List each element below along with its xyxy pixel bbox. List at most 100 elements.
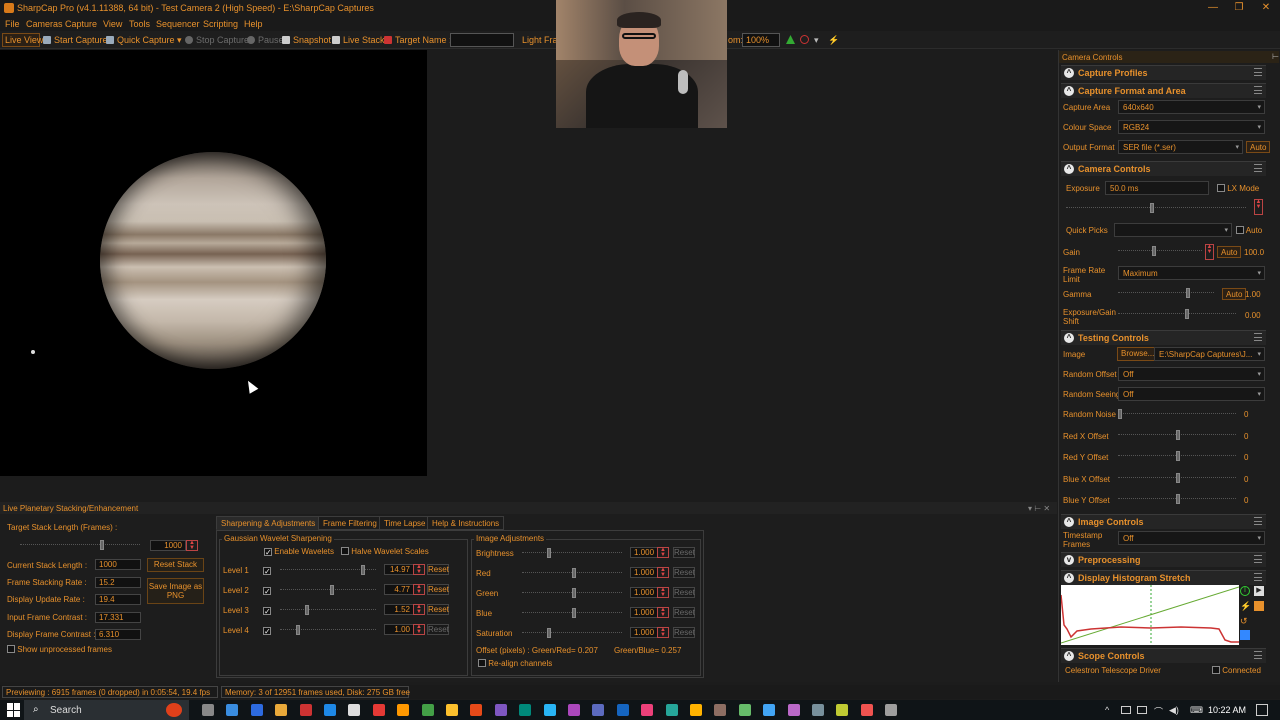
- lightning-icon[interactable]: ⚡: [1240, 601, 1251, 612]
- level-value[interactable]: 14.97: [384, 564, 414, 575]
- halve-scales-checkbox[interactable]: Halve Wavelet Scales: [341, 547, 429, 556]
- menu-icon[interactable]: [1254, 86, 1262, 94]
- taskbar-app-icon[interactable]: [860, 704, 873, 716]
- dropdown-arrow-icon[interactable]: ▾: [814, 35, 819, 46]
- red-y-offset-slider[interactable]: [1118, 451, 1236, 461]
- tools-icon[interactable]: ⚡: [828, 35, 839, 46]
- reset-stack-button[interactable]: Reset Stack: [147, 558, 204, 572]
- save-png-button[interactable]: Save Image as PNG: [147, 578, 204, 604]
- red-x-offset-slider[interactable]: [1118, 430, 1236, 440]
- menu-cameras[interactable]: Cameras: [26, 19, 63, 29]
- section-capture-profiles[interactable]: ^ Capture Profiles: [1061, 65, 1266, 80]
- menu-icon[interactable]: [1254, 68, 1262, 76]
- adjustment-spinner[interactable]: ▲ ▼: [657, 607, 669, 618]
- tab-sharpening[interactable]: Sharpening & Adjustments: [216, 516, 321, 530]
- taskbar-app-icon[interactable]: [763, 704, 776, 716]
- menu-capture[interactable]: Capture: [65, 19, 97, 29]
- section-preprocessing[interactable]: v Preprocessing: [1061, 552, 1266, 567]
- blue-x-offset-slider[interactable]: [1118, 473, 1236, 483]
- menu-file[interactable]: File: [5, 19, 20, 29]
- taskbar-app-icon[interactable]: [397, 704, 410, 716]
- pause-button[interactable]: Pause: [247, 35, 284, 45]
- adjustment-slider[interactable]: [522, 568, 622, 578]
- level-checkbox[interactable]: [263, 626, 271, 635]
- adjustment-spinner[interactable]: ▲ ▼: [657, 567, 669, 578]
- frame-rate-select[interactable]: Maximum ▾: [1118, 266, 1265, 280]
- level-slider[interactable]: [280, 625, 376, 635]
- adjustment-reset-button[interactable]: Reset: [673, 627, 695, 638]
- blue-y-offset-slider[interactable]: [1118, 494, 1236, 504]
- live-stack-button[interactable]: Live Stack: [332, 35, 385, 45]
- level-value[interactable]: 4.77: [384, 584, 414, 595]
- menu-tools[interactable]: Tools: [129, 19, 150, 29]
- reset-icon[interactable]: ↺: [1240, 616, 1248, 627]
- taskbar-app-icon[interactable]: [812, 704, 824, 716]
- section-camera-controls[interactable]: ^ Camera Controls: [1061, 161, 1266, 176]
- level-checkbox[interactable]: [263, 566, 271, 575]
- section-testing-controls[interactable]: ^ Testing Controls: [1061, 330, 1266, 345]
- focus-icon[interactable]: [800, 35, 809, 44]
- panel-controls-icon[interactable]: ▾ ⊢ ✕: [1028, 504, 1050, 513]
- level-slider[interactable]: [280, 565, 376, 575]
- taskbar-app-icon[interactable]: [202, 704, 214, 716]
- pin-icon[interactable]: ⊢: [1272, 52, 1279, 61]
- adjustment-value[interactable]: 1.000: [630, 567, 658, 578]
- gamma-auto-button[interactable]: Auto: [1222, 288, 1247, 300]
- snapshot-button[interactable]: Snapshot: [282, 35, 331, 45]
- section-histogram-stretch[interactable]: ^ Display Histogram Stretch: [1061, 570, 1266, 585]
- taskbar-app-icon[interactable]: [690, 704, 702, 716]
- taskbar-app-icon[interactable]: [250, 704, 263, 716]
- menu-sequencer[interactable]: Sequencer: [156, 19, 200, 29]
- tab-help[interactable]: Help & Instructions: [427, 516, 505, 530]
- taskbar-app-icon[interactable]: [421, 704, 434, 716]
- adjustment-value[interactable]: 1.000: [630, 607, 658, 618]
- level-slider[interactable]: [280, 585, 376, 595]
- level-reset-button[interactable]: Reset: [427, 584, 449, 595]
- connected-checkbox[interactable]: Connected: [1212, 666, 1261, 675]
- adjustment-reset-button[interactable]: Reset: [673, 547, 695, 558]
- level-spinner[interactable]: ▲ ▼: [413, 604, 425, 615]
- level-value[interactable]: 1.00: [384, 624, 414, 635]
- adjustment-value[interactable]: 1.000: [630, 547, 658, 558]
- taskbar-app-icon[interactable]: [519, 704, 532, 716]
- target-length-input[interactable]: 1000: [150, 540, 186, 551]
- timestamp-frames-select[interactable]: Off ▾: [1118, 531, 1265, 545]
- menu-icon[interactable]: [1254, 164, 1262, 172]
- adjustment-spinner[interactable]: ▲ ▼: [657, 627, 669, 638]
- exposure-gain-value[interactable]: 0.00: [1245, 311, 1261, 320]
- minimize-button[interactable]: —: [1206, 2, 1220, 14]
- volume-icon[interactable]: ◀): [1169, 705, 1179, 716]
- browse-button[interactable]: Browse...: [1117, 347, 1159, 361]
- tab-time-lapse[interactable]: Time Lapse: [379, 516, 431, 530]
- notifications-icon[interactable]: [1256, 704, 1268, 716]
- target-length-spinner[interactable]: ▲ ▼: [186, 540, 198, 551]
- random-offset-select[interactable]: Off ▾: [1118, 367, 1265, 381]
- taskbar-app-icon[interactable]: [738, 704, 751, 716]
- exposure-input[interactable]: 50.0 ms: [1105, 181, 1209, 195]
- clock[interactable]: 10:22 AM: [1208, 705, 1246, 715]
- gain-spinner[interactable]: ▲ ▼: [1205, 244, 1214, 260]
- quick-picks-select[interactable]: ▾: [1114, 223, 1232, 237]
- adjustment-spinner[interactable]: ▲ ▼: [657, 547, 669, 558]
- maximize-button[interactable]: ❐: [1232, 2, 1246, 14]
- level-reset-button[interactable]: Reset: [427, 564, 449, 575]
- section-image-controls[interactable]: ^ Image Controls: [1061, 514, 1266, 529]
- taskbar-app-icon[interactable]: [714, 704, 727, 716]
- adjustment-slider[interactable]: [522, 608, 622, 618]
- histogram-display[interactable]: [1060, 585, 1240, 645]
- power-icon[interactable]: I: [1240, 586, 1250, 596]
- random-noise-slider[interactable]: [1118, 409, 1236, 419]
- random-noise-value[interactable]: 0: [1244, 410, 1248, 419]
- adjustment-slider[interactable]: [522, 548, 622, 558]
- colour-space-select[interactable]: RGB24 ▾: [1118, 120, 1265, 134]
- taskbar-app-icon[interactable]: [446, 704, 458, 716]
- stop-capture-button[interactable]: Stop Capture: [185, 35, 249, 45]
- taskbar-app-icon[interactable]: [641, 704, 654, 716]
- level-reset-button[interactable]: Reset: [427, 624, 449, 635]
- level-value[interactable]: 1.52: [384, 604, 414, 615]
- taskbar-app-icon[interactable]: [348, 704, 361, 716]
- taskbar-app-icon[interactable]: [372, 704, 385, 716]
- section-scope-controls[interactable]: ^ Scope Controls: [1061, 648, 1266, 663]
- adjustment-slider[interactable]: [522, 628, 622, 638]
- level-spinner[interactable]: ▲ ▼: [413, 584, 425, 595]
